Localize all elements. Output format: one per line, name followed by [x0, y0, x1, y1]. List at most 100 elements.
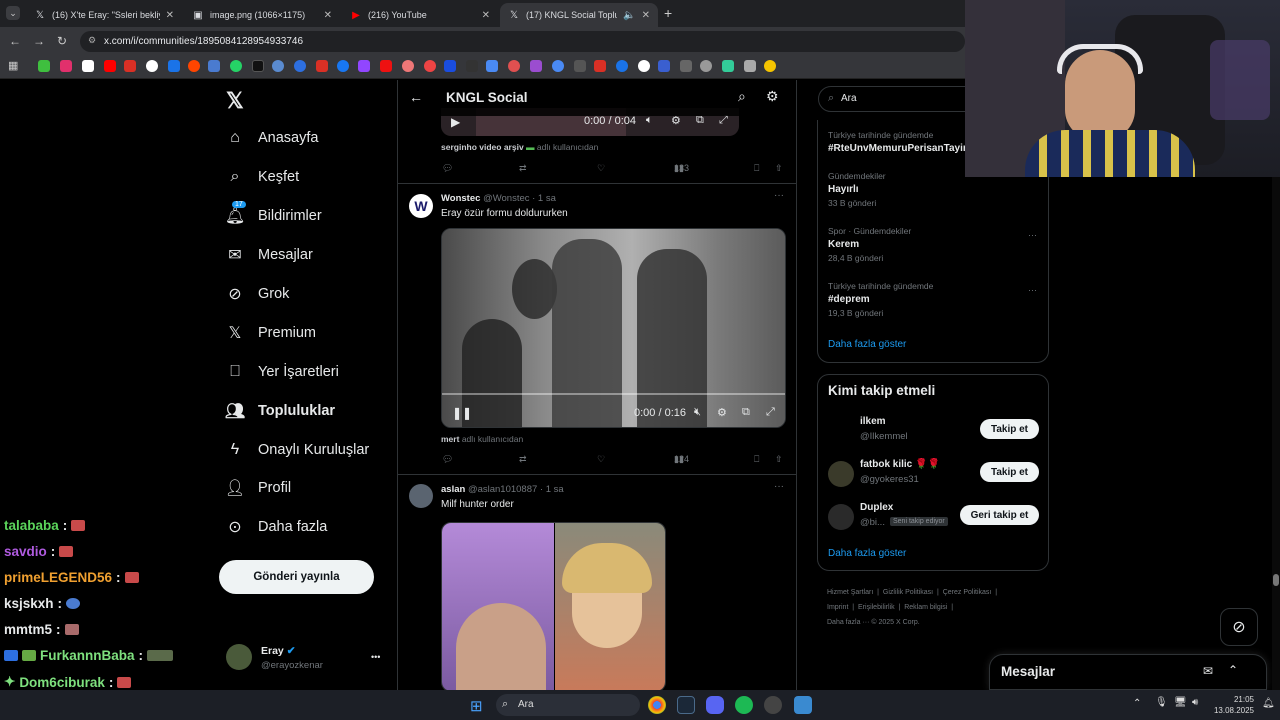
- post-more-icon[interactable]: ···: [774, 190, 784, 201]
- nav-grok[interactable]: ⊘ Grok: [226, 285, 289, 303]
- fullscreen-icon[interactable]: ⤢: [766, 406, 775, 419]
- bookmark-icon[interactable]: ⎕: [754, 454, 759, 465]
- bookmark-icon[interactable]: [638, 60, 650, 72]
- bookmark-icon[interactable]: [552, 60, 564, 72]
- scrollbar-thumb[interactable]: [1273, 574, 1279, 586]
- close-icon[interactable]: ✕: [482, 10, 490, 21]
- settings-icon[interactable]: ⚙: [717, 406, 727, 419]
- x-logo-icon[interactable]: 𝕏: [226, 88, 244, 114]
- bookmark-icon[interactable]: [252, 60, 264, 72]
- messages-drawer[interactable]: Mesajlar ✉ ⌃: [989, 654, 1267, 690]
- video-progress[interactable]: [442, 393, 785, 395]
- bookmark-icon[interactable]: [146, 60, 158, 72]
- expand-icon[interactable]: ⌃: [1228, 663, 1238, 677]
- follow-suggestion[interactable]: fatbok kilic 🌹🌹 @gyokeres31 Takip et: [828, 458, 1039, 492]
- steam-icon[interactable]: [677, 696, 695, 714]
- bookmark-icon[interactable]: [380, 60, 392, 72]
- clock[interactable]: 21:05 13.08.2025: [1208, 694, 1254, 716]
- bookmark-icon[interactable]: [466, 60, 478, 72]
- url-field[interactable]: ⚙ x.com/i/communities/189508412895493374…: [80, 31, 965, 52]
- bookmark-icon[interactable]: [722, 60, 734, 72]
- bookmark-icon[interactable]: [744, 60, 756, 72]
- nav-messages[interactable]: ✉ Mesajlar: [226, 246, 313, 264]
- close-icon[interactable]: ✕: [324, 10, 332, 21]
- new-tab-button[interactable]: +: [664, 5, 672, 21]
- reload-icon[interactable]: ↻: [57, 34, 67, 48]
- repost-icon[interactable]: ⇄: [519, 163, 527, 174]
- account-more-icon[interactable]: •••: [371, 652, 380, 662]
- bookmark-icon[interactable]: [168, 60, 180, 72]
- trend-item[interactable]: Türkiye tarihinde gündemde #deprem 19,3 …: [828, 281, 933, 318]
- bookmark-icon[interactable]: [316, 60, 328, 72]
- follow-suggestion[interactable]: Duplex @bi... Seni takip ediyor Geri tak…: [828, 501, 1039, 535]
- windows-start-icon[interactable]: ⊞: [470, 697, 483, 715]
- like-icon[interactable]: ♡: [597, 454, 605, 465]
- bookmark-icon[interactable]: [574, 60, 586, 72]
- follow-back-button[interactable]: Geri takip et: [960, 505, 1039, 525]
- tab-3[interactable]: ▶ (216) YouTube ✕: [342, 3, 498, 27]
- avatar[interactable]: W: [409, 194, 433, 218]
- post-more-icon[interactable]: ···: [774, 481, 784, 492]
- trend-more-icon[interactable]: ···: [1028, 285, 1037, 295]
- bookmark-icon[interactable]: [764, 60, 776, 72]
- bookmark-icon[interactable]: [486, 60, 498, 72]
- site-info-icon[interactable]: ⚙: [88, 35, 96, 46]
- bookmark-icon[interactable]: [658, 60, 670, 72]
- play-icon[interactable]: ▶: [451, 115, 460, 129]
- close-icon[interactable]: ✕: [166, 10, 174, 21]
- mute-icon[interactable]: 🔈: [623, 10, 635, 21]
- apps-grid-icon[interactable]: ▦: [8, 59, 18, 72]
- bookmark-icon[interactable]: [444, 60, 456, 72]
- forward-icon[interactable]: →: [33, 34, 45, 48]
- repost-icon[interactable]: ⇄: [519, 454, 527, 465]
- bookmark-icon[interactable]: [188, 60, 200, 72]
- trend-item[interactable]: Spor · Gündemdekiler Kerem 28,4 B gönder…: [828, 226, 911, 263]
- bookmark-icon[interactable]: [82, 60, 94, 72]
- nav-home[interactable]: ⌂ Anasayfa: [226, 129, 318, 147]
- close-icon[interactable]: ✕: [642, 10, 650, 21]
- nav-notifications[interactable]: 🔔︎ 17 Bildirimler: [225, 201, 322, 225]
- bookmark-icon[interactable]: [38, 60, 50, 72]
- bookmark-icon[interactable]: [337, 60, 349, 72]
- nav-more[interactable]: ⊙ Daha fazla: [226, 518, 327, 536]
- back-icon[interactable]: ←: [9, 34, 21, 48]
- video-player[interactable]: ❚❚ 0:00 / 0:16 🔇︎ ⚙ ⧉ ⤢: [441, 228, 786, 428]
- share-icon[interactable]: ⇧: [775, 163, 783, 174]
- microphone-icon[interactable]: 🎙︎: [1155, 697, 1168, 708]
- notification-bell-icon[interactable]: 🔔︎: [1262, 698, 1275, 709]
- bookmark-icon[interactable]: [402, 60, 414, 72]
- notepad-icon[interactable]: [794, 696, 812, 714]
- new-message-icon[interactable]: ✉: [1203, 664, 1213, 678]
- follow-suggestion[interactable]: ilkem @Ilkemmel Takip et: [828, 415, 1039, 449]
- tray-chevron-icon[interactable]: ⌃: [1133, 698, 1141, 709]
- reply-icon[interactable]: 💬︎: [442, 163, 453, 174]
- nav-communities[interactable]: 👥︎ Topluluklar: [225, 402, 335, 420]
- tab-4-active[interactable]: 𝕏 (17) KNGL Social Topluluk / 🔈 ✕: [500, 3, 658, 27]
- trend-item[interactable]: Türkiye tarihinde gündemde #RteUnvMemuru…: [828, 130, 969, 154]
- search-icon[interactable]: ⌕: [738, 88, 746, 105]
- bookmark-icon[interactable]: [294, 60, 306, 72]
- follow-button[interactable]: Takip et: [980, 462, 1039, 482]
- discord-icon[interactable]: [706, 696, 724, 714]
- pause-icon[interactable]: ❚❚: [452, 406, 472, 420]
- back-arrow-icon[interactable]: ←: [409, 89, 423, 105]
- bookmark-icon[interactable]: [594, 60, 606, 72]
- nav-profile[interactable]: 👤︎ Profil: [225, 479, 291, 497]
- taskbar-search[interactable]: ⌕ Ara: [496, 694, 640, 716]
- show-more-trends[interactable]: Daha fazla göster: [828, 339, 906, 350]
- account-switcher[interactable]: Eray ✔ @erayozkenar •••: [226, 642, 384, 674]
- bookmark-icon[interactable]: [60, 60, 72, 72]
- like-icon[interactable]: ♡: [597, 163, 605, 174]
- bookmark-icon[interactable]: [508, 60, 520, 72]
- chrome-icon[interactable]: [648, 696, 666, 714]
- gear-icon[interactable]: ⚙: [766, 88, 779, 105]
- bookmark-icon[interactable]: [230, 60, 242, 72]
- bookmark-icon[interactable]: [680, 60, 692, 72]
- bookmark-icon[interactable]: [530, 60, 542, 72]
- post-media[interactable]: [441, 522, 666, 690]
- bookmark-icon[interactable]: [208, 60, 220, 72]
- pip-icon[interactable]: ⧉: [742, 406, 750, 419]
- trend-more-icon[interactable]: ···: [1028, 230, 1037, 240]
- obs-icon[interactable]: [764, 696, 782, 714]
- bookmark-icon[interactable]: [272, 60, 284, 72]
